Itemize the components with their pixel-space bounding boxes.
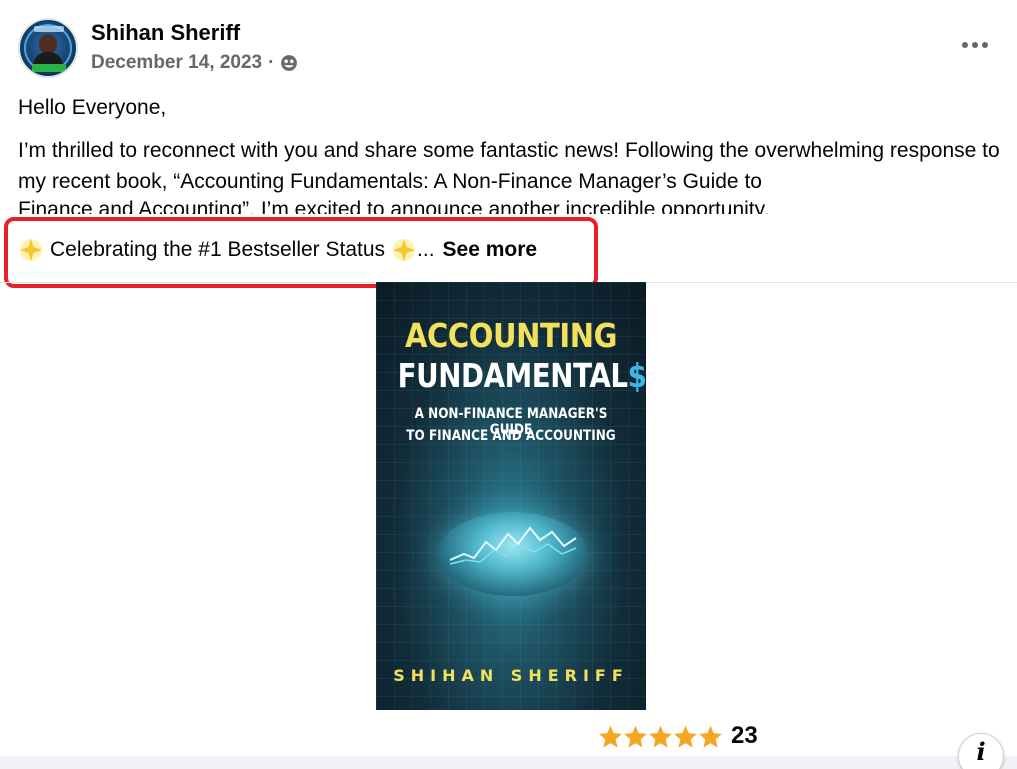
book-title-dollar: $ [627, 356, 646, 395]
more-options-icon [962, 42, 968, 48]
globe-icon[interactable] [280, 54, 298, 72]
more-options-dot [972, 42, 978, 48]
author-avatar[interactable] [18, 18, 78, 78]
more-options-button[interactable] [955, 30, 995, 60]
post-clipped-line: Finance and Accounting”, I’m excited to … [18, 196, 1003, 214]
rating-count: 23 [731, 722, 758, 749]
see-more-link[interactable]: See more [443, 234, 538, 265]
celebrate-text: Celebrating the #1 Bestseller Status [50, 238, 386, 261]
star-icon [624, 725, 647, 747]
book-author: SHIHAN SHERIFF [393, 666, 629, 685]
ellipsis: ... [417, 238, 435, 261]
info-button[interactable]: i [958, 733, 1004, 769]
avatar-logo-text [34, 26, 64, 32]
book-cover-image[interactable]: ACCOUNTING FUNDAMENTAL$ A NON-FINANCE MA… [376, 282, 646, 710]
post-text: Hello Everyone, I’m thrilled to reconnec… [18, 92, 1003, 211]
post-meta: December 14, 2023 · [91, 52, 298, 74]
bottom-bar [0, 756, 1017, 769]
more-options-dot [982, 42, 988, 48]
star-icon [674, 725, 697, 747]
avatar-face [39, 34, 57, 54]
celebrate-line: Celebrating the #1 Bestseller Status ...… [18, 234, 537, 265]
cover-chart-icon [449, 526, 577, 565]
glowing-star-icon [20, 238, 42, 261]
book-subtitle-line-2: TO FINANCE AND ACCOUNTING [406, 428, 616, 444]
post-paragraph: I’m thrilled to reconnect with you and s… [18, 139, 1000, 193]
post-date[interactable]: December 14, 2023 [91, 52, 262, 74]
star-icon [699, 725, 722, 747]
avatar-banner [32, 64, 66, 72]
author-name[interactable]: Shihan Sheriff [91, 20, 240, 46]
book-title-line-2: FUNDAMENTAL$ [397, 356, 646, 395]
star-icon [599, 725, 622, 747]
info-icon: i [976, 736, 986, 766]
clipped-line-text: Finance and Accounting”, I’m excited to … [18, 198, 770, 214]
post-greeting: Hello Everyone, [18, 96, 167, 119]
rating: 23 [598, 722, 758, 750]
meta-separator: · [268, 52, 275, 73]
glowing-star-icon [393, 238, 416, 261]
book-title-line-1: ACCOUNTING [404, 316, 618, 355]
book-title-word: FUNDAMENTAL [397, 356, 629, 395]
star-icon [649, 725, 672, 747]
post-header: Shihan Sheriff December 14, 2023 · [18, 16, 1003, 80]
